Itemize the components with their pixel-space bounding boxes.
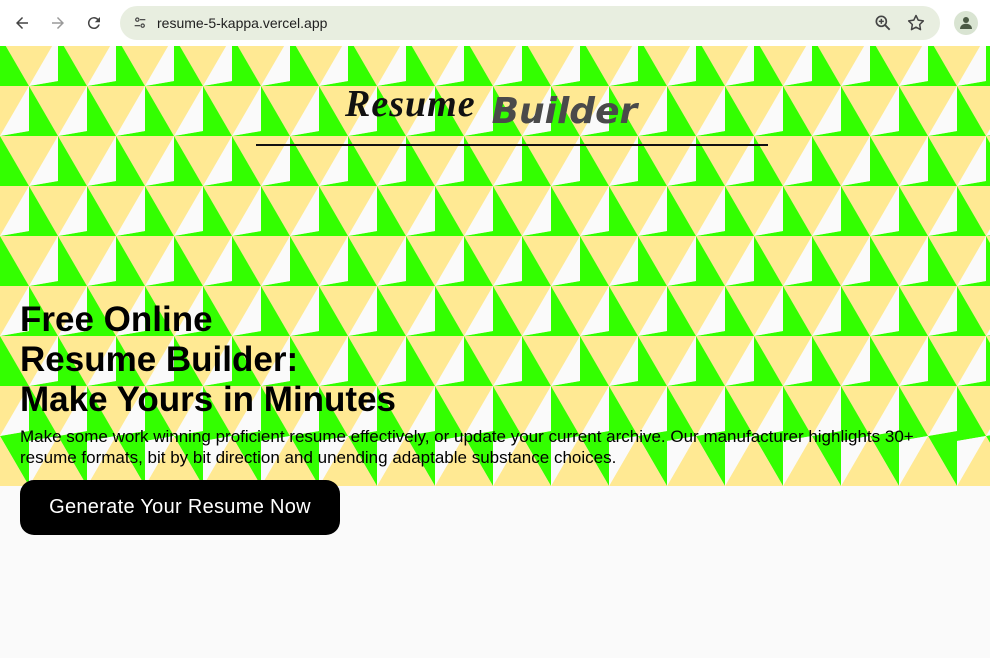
page-viewport: Resume Builder Free Online Resume Builde… <box>0 46 990 658</box>
zoom-button[interactable] <box>873 13 893 33</box>
hero-description: Make some work winning proficient resume… <box>20 427 914 467</box>
generate-resume-button[interactable]: Generate Your Resume Now <box>20 480 340 535</box>
arrow-right-icon <box>52 17 64 29</box>
site-logo[interactable]: Resume Builder <box>345 66 637 132</box>
logo-bold-word: Builder <box>491 91 638 132</box>
url-text[interactable]: resume-5-kappa.vercel.app <box>157 15 327 31</box>
hero-title: Free Online Resume Builder: Make Yours i… <box>20 300 620 420</box>
reload-button[interactable] <box>80 9 108 37</box>
arrow-left-icon <box>16 17 28 29</box>
star-icon <box>907 14 925 31</box>
tune-icon <box>134 17 146 28</box>
site-info-button[interactable] <box>128 11 152 35</box>
logo-script-word: Resume <box>345 83 476 125</box>
header-divider <box>256 144 768 146</box>
hero-title-line: Free Online <box>20 300 213 339</box>
person-icon <box>960 17 972 29</box>
browser-toolbar: resume-5-kappa.vercel.app <box>0 0 990 46</box>
hero-title-line: Make Yours in Minutes <box>20 380 397 419</box>
address-bar[interactable]: resume-5-kappa.vercel.app <box>120 6 940 40</box>
bookmark-button[interactable] <box>906 13 926 33</box>
reload-icon <box>87 17 100 30</box>
hero-title-line: Resume Builder: <box>20 340 299 379</box>
profile-button[interactable] <box>954 11 978 35</box>
forward-button[interactable] <box>44 9 72 37</box>
back-button[interactable] <box>8 9 36 37</box>
zoom-in-icon <box>875 15 891 31</box>
